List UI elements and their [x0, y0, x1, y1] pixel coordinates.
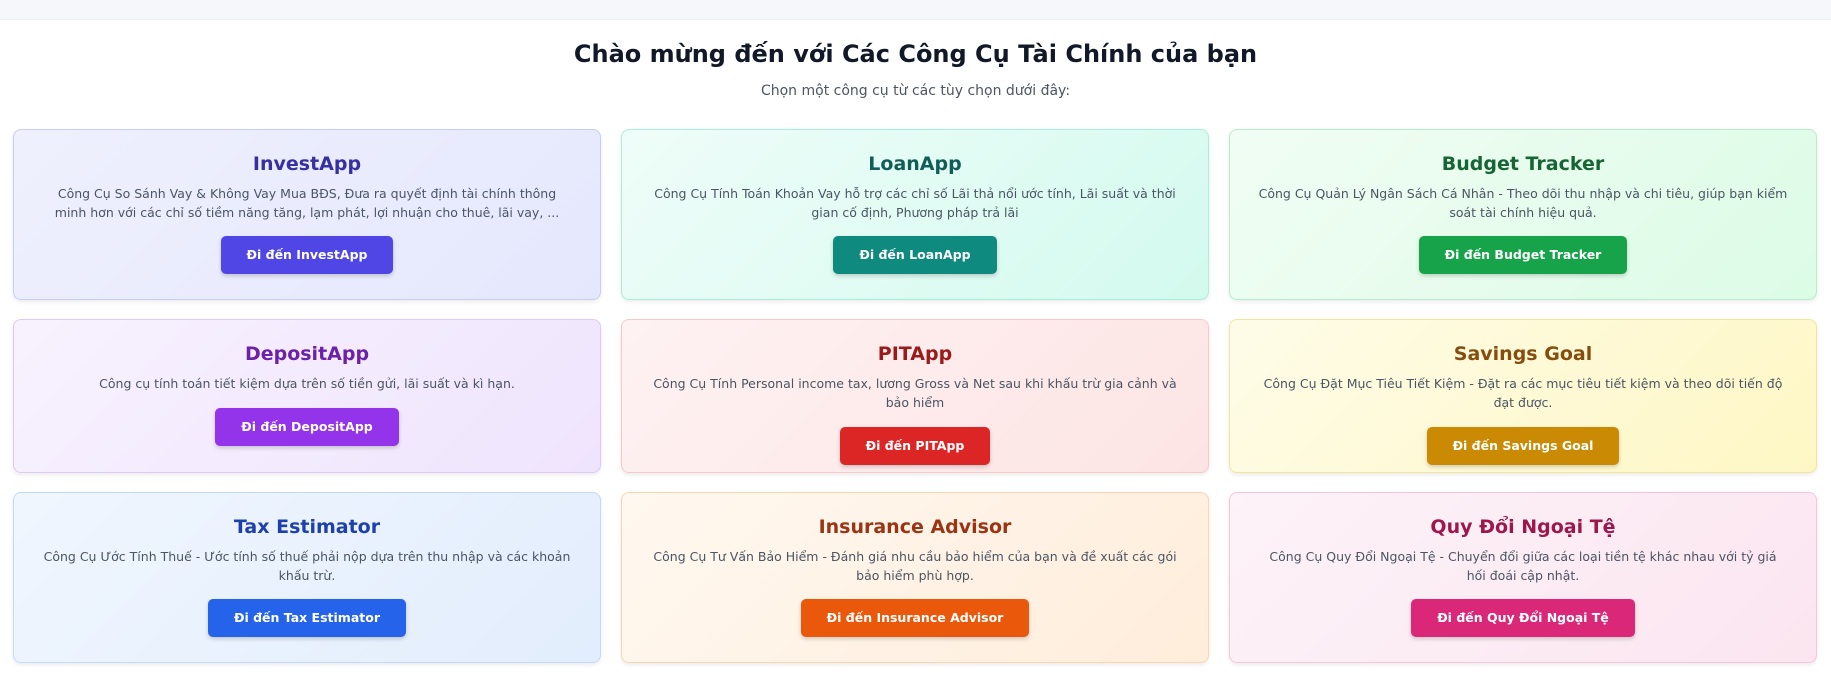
page-subtitle: Chọn một công cụ từ các tùy chọn dưới đâ…: [760, 83, 1071, 99]
card-description: Công Cụ Quy Đổi Ngoại Tệ - Chuyển đổi gi…: [1269, 549, 1777, 583]
card-investapp: InvestApp Công Cụ So Sánh Vay & Không Va…: [13, 129, 601, 300]
card-description: Công Cụ Tính Personal income tax, lương …: [653, 376, 1177, 410]
card-title: InvestApp: [252, 153, 362, 175]
card-description: Công cụ tính toán tiết kiệm dựa trên số …: [99, 376, 515, 391]
card-title: Budget Tracker: [1441, 153, 1605, 175]
tools-grid: InvestApp Công Cụ So Sánh Vay & Không Va…: [13, 129, 1817, 663]
card-budget-tracker: Budget Tracker Công Cụ Quản Lý Ngân Sách…: [1229, 129, 1817, 300]
card-description: Công Cụ Ước Tính Thuế - Ước tính số thuế…: [43, 549, 571, 583]
top-bar: [0, 0, 1831, 20]
card-tax-estimator: Tax Estimator Công Cụ Ước Tính Thuế - Ướ…: [13, 492, 601, 663]
go-to-currency-exchange-button[interactable]: Đi đến Quy Đổi Ngoại Tệ: [1411, 599, 1635, 637]
card-description: Công Cụ Tính Toán Khoản Vay hỗ trợ các c…: [654, 186, 1176, 220]
card-pitapp: PITApp Công Cụ Tính Personal income tax,…: [621, 319, 1209, 473]
card-title: DepositApp: [244, 343, 370, 365]
card-title: Quy Đổi Ngoại Tệ: [1430, 516, 1616, 538]
go-to-tax-estimator-button[interactable]: Đi đến Tax Estimator: [208, 599, 406, 637]
card-loanapp: LoanApp Công Cụ Tính Toán Khoản Vay hỗ t…: [621, 129, 1209, 300]
card-description: Công Cụ So Sánh Vay & Không Vay Mua BĐS,…: [54, 186, 560, 220]
go-to-depositapp-button[interactable]: Đi đến DepositApp: [215, 408, 399, 446]
card-description: Công Cụ Đặt Mục Tiêu Tiết Kiệm - Đặt ra …: [1263, 376, 1783, 410]
card-title: Tax Estimator: [233, 516, 381, 538]
go-to-loanapp-button[interactable]: Đi đến LoanApp: [833, 236, 997, 274]
go-to-budget-tracker-button[interactable]: Đi đến Budget Tracker: [1418, 236, 1628, 274]
go-to-pitapp-button[interactable]: Đi đến PITApp: [839, 427, 991, 465]
card-title: PITApp: [877, 343, 953, 365]
card-savings-goal: Savings Goal Công Cụ Đặt Mục Tiêu Tiết K…: [1229, 319, 1817, 473]
card-currency-exchange: Quy Đổi Ngoại Tệ Công Cụ Quy Đổi Ngoại T…: [1229, 492, 1817, 663]
go-to-investapp-button[interactable]: Đi đến InvestApp: [220, 236, 394, 274]
card-insurance-advisor: Insurance Advisor Công Cụ Tư Vấn Bảo Hiể…: [621, 492, 1209, 663]
card-title: Savings Goal: [1453, 343, 1593, 365]
page-title: Chào mừng đến với Các Công Cụ Tài Chính …: [573, 40, 1258, 68]
card-description: Công Cụ Quản Lý Ngân Sách Cá Nhân - Theo…: [1258, 186, 1788, 220]
go-to-savings-goal-button[interactable]: Đi đến Savings Goal: [1426, 427, 1620, 465]
card-title: LoanApp: [868, 153, 962, 175]
card-depositapp: DepositApp Công cụ tính toán tiết kiệm d…: [13, 319, 601, 473]
card-title: Insurance Advisor: [818, 516, 1012, 538]
card-description: Công Cụ Tư Vấn Bảo Hiểm - Đánh giá nhu c…: [653, 549, 1177, 583]
go-to-insurance-advisor-button[interactable]: Đi đến Insurance Advisor: [800, 599, 1030, 637]
